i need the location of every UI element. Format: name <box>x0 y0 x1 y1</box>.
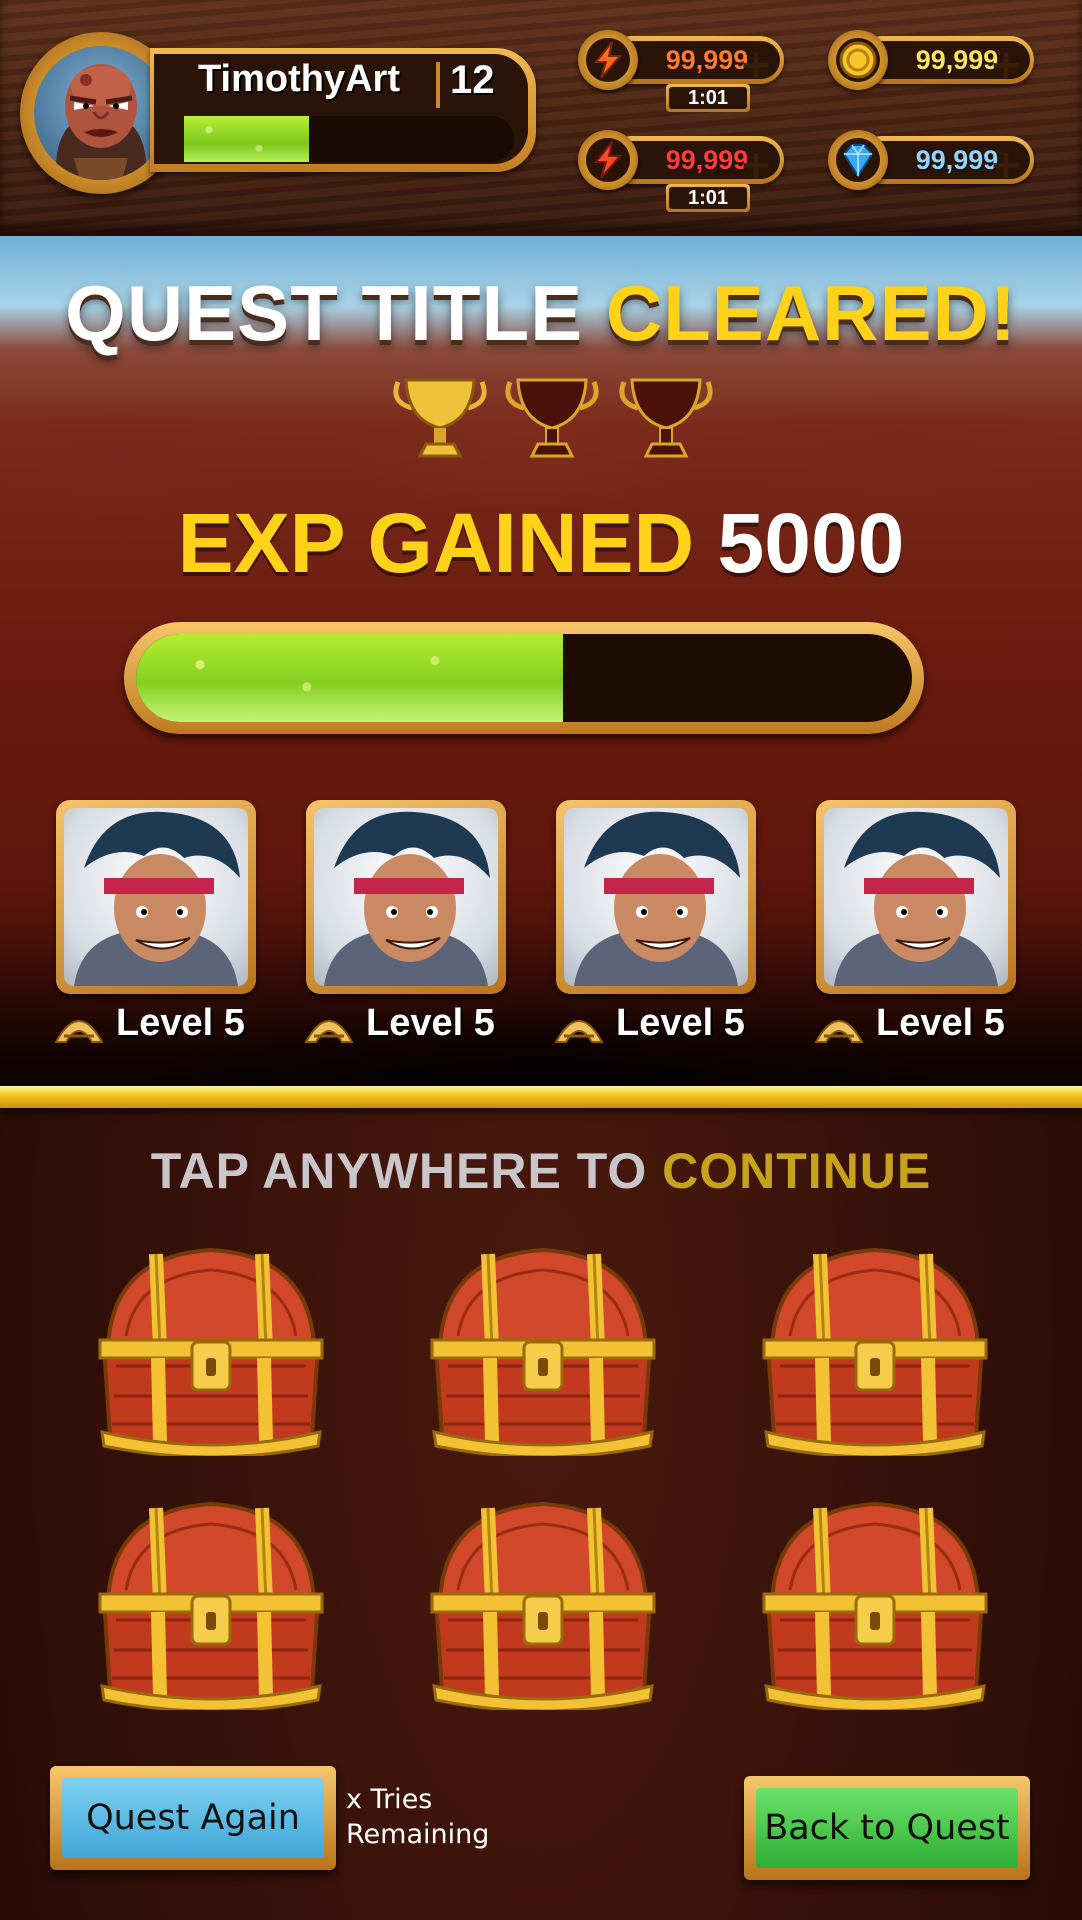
panel-gold-border <box>0 1086 1082 1108</box>
exp-gained-label: EXP GAINED <box>177 496 695 590</box>
energy-secondary-timer: 1:01 <box>666 184 750 212</box>
add-energy-secondary-button[interactable]: + <box>738 145 774 185</box>
lightning-icon <box>593 141 623 179</box>
lightning-icon <box>593 41 623 79</box>
player-name-plate[interactable]: TimothyArt 12 <box>150 48 536 172</box>
energy-counter-secondary[interactable]: 99,999 + <box>578 130 800 190</box>
exp-gained-value: 5000 <box>717 496 905 590</box>
hero-level: Level 5 <box>302 1000 512 1048</box>
hero-portrait-icon <box>564 808 748 986</box>
treasure-chest-icon[interactable] <box>418 1490 668 1713</box>
player-level: 12 <box>450 58 495 102</box>
hero-level-label: Level 5 <box>116 1002 245 1044</box>
energy-badge <box>578 30 638 90</box>
hero-portrait-icon <box>64 808 248 986</box>
quest-title: QUEST TITLE CLEARED! <box>0 268 1082 359</box>
quest-cleared-text: CLEARED! <box>605 269 1017 357</box>
trophy-icon-earned <box>393 378 487 458</box>
player-portrait-icon <box>34 46 168 180</box>
gold-counter[interactable]: 99,999 + <box>828 30 1050 90</box>
hero-level-label: Level 5 <box>366 1002 495 1044</box>
rank-chevron-icon <box>304 1020 354 1043</box>
gem-badge <box>828 130 888 190</box>
treasure-chest-icon[interactable] <box>750 1236 1000 1459</box>
energy-secondary-timer-text: 1:01 <box>669 187 747 209</box>
treasure-chest-icon[interactable] <box>86 1490 336 1713</box>
hero-level: Level 5 <box>812 1000 1022 1048</box>
tap-to-continue-prompt: TAP ANYWHERE TO CONTINUE <box>0 1142 1082 1200</box>
hero-card[interactable]: Level 5 <box>304 800 506 1050</box>
add-gems-button[interactable]: + <box>988 145 1024 185</box>
hero-level-label: Level 5 <box>616 1002 745 1044</box>
top-status-bar: TimothyArt 12 99,999 + 1:01 99,999 + 99,… <box>0 0 1082 232</box>
quest-again-label: Quest Again <box>62 1778 324 1858</box>
back-to-quest-label: Back to Quest <box>756 1788 1018 1868</box>
add-energy-button[interactable]: + <box>738 45 774 85</box>
gem-counter[interactable]: 99,999 + <box>828 130 1050 190</box>
rank-chevron-icon <box>814 1020 864 1043</box>
trophy-icon-empty <box>505 378 599 458</box>
exp-gained: EXP GAINED 5000 <box>0 495 1082 592</box>
exp-progress-bar <box>124 622 924 734</box>
quest-title-text: QUEST TITLE <box>65 269 584 357</box>
energy-timer-text: 1:01 <box>669 87 747 109</box>
tries-remaining-label: Remaining <box>346 1819 490 1850</box>
quest-again-button[interactable]: Quest Again <box>50 1766 336 1870</box>
player-name: TimothyArt <box>198 58 400 100</box>
quest-result-screen[interactable]: TimothyArt 12 99,999 + 1:01 99,999 + 99,… <box>0 0 1082 1920</box>
gold-coin-icon <box>839 41 877 79</box>
energy-counter[interactable]: 99,999 + <box>578 30 800 90</box>
level-divider <box>436 62 440 108</box>
hero-level-label: Level 5 <box>876 1002 1005 1044</box>
player-xp-fill <box>184 116 310 162</box>
hero-portrait-icon <box>824 808 1008 986</box>
trophy-rating <box>390 372 720 464</box>
gold-badge <box>828 30 888 90</box>
rank-chevron-icon <box>554 1020 604 1043</box>
player-xp-bar <box>184 116 514 162</box>
back-to-quest-button[interactable]: Back to Quest <box>744 1776 1030 1880</box>
add-gold-button[interactable]: + <box>988 45 1024 85</box>
exp-progress-fill <box>136 634 563 722</box>
treasure-chest-icon[interactable] <box>418 1236 668 1459</box>
hero-party: Level 5 Level 5 Level 5 Level 5 <box>0 800 1082 1060</box>
trophy-icon-empty <box>619 378 713 458</box>
hero-level: Level 5 <box>52 1000 262 1048</box>
hero-level: Level 5 <box>552 1000 762 1048</box>
hero-card[interactable]: Level 5 <box>54 800 256 1050</box>
diamond-icon <box>842 144 874 178</box>
tries-remaining: x Tries Remaining <box>346 1782 489 1852</box>
tries-remaining-count: x Tries <box>346 1784 433 1815</box>
energy-timer: 1:01 <box>666 84 750 112</box>
treasure-chest-icon[interactable] <box>750 1490 1000 1713</box>
energy-secondary-badge <box>578 130 638 190</box>
hero-card[interactable]: Level 5 <box>554 800 756 1050</box>
rank-chevron-icon <box>54 1020 104 1043</box>
hero-portrait-icon <box>314 808 498 986</box>
tap-prompt-text: TAP ANYWHERE TO <box>150 1143 648 1199</box>
continue-text: CONTINUE <box>662 1143 932 1199</box>
treasure-chest-icon[interactable] <box>86 1236 336 1459</box>
hero-card[interactable]: Level 5 <box>814 800 1016 1050</box>
